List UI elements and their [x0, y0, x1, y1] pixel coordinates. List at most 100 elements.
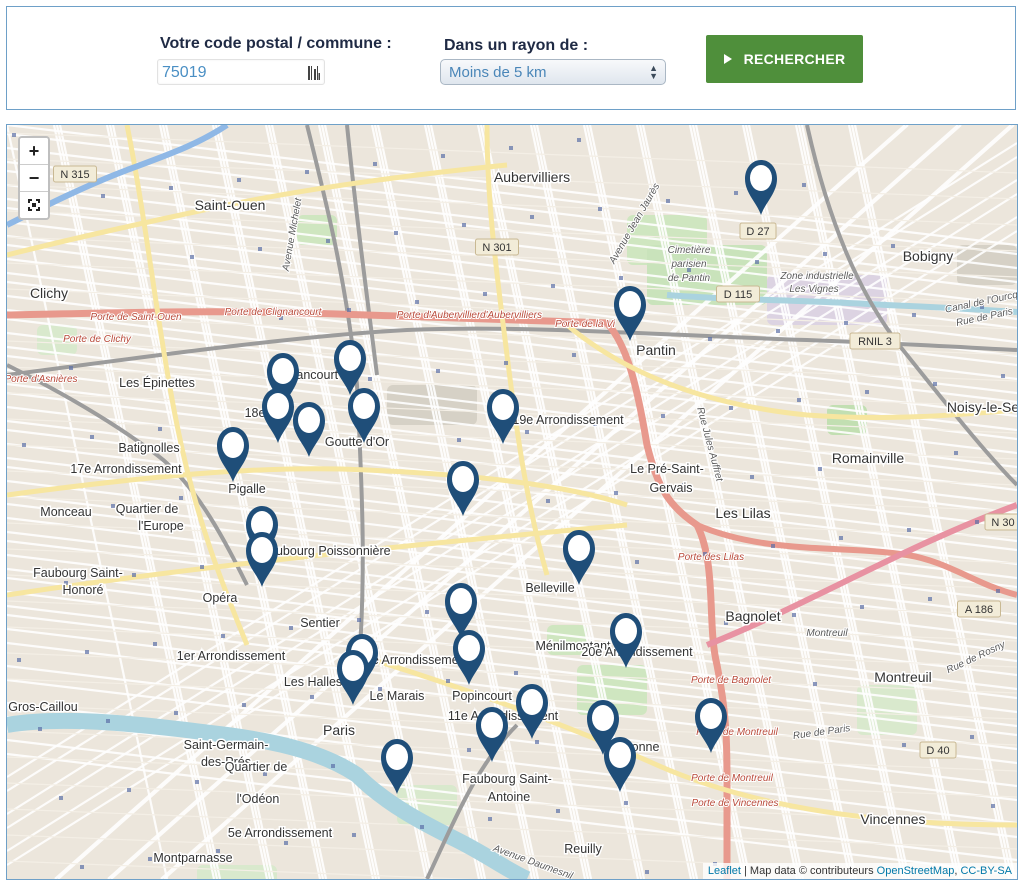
metro-station-icon	[373, 162, 377, 166]
metro-station-icon	[975, 520, 979, 524]
map-tiles[interactable]: Aubervilliers Saint-Ouen Bobigny Clichy Pant…	[7, 125, 1017, 879]
place-gros-caillou: Gros-Caillou	[8, 700, 78, 714]
zoom-in-button[interactable]: +	[20, 138, 48, 165]
radius-select[interactable]: Moins de 5 km ▲ ▼	[440, 59, 666, 85]
metro-station-icon	[237, 178, 241, 182]
metro-station-icon	[415, 300, 419, 304]
place-1er: 1er Arrondissement	[177, 649, 286, 663]
place-goutte-dor: Goutte d'Or	[325, 435, 389, 449]
metro-station-icon	[666, 199, 670, 203]
svg-text:D 40: D 40	[926, 745, 949, 757]
metro-station-icon	[425, 610, 429, 614]
play-icon	[723, 54, 732, 64]
metro-station-icon	[823, 252, 827, 256]
barcode-icon	[308, 66, 320, 80]
road-rnil3: RNIL 3	[849, 332, 901, 350]
metro-station-icon	[310, 695, 314, 699]
metro-station-icon	[483, 292, 487, 296]
map-pin-center	[521, 689, 543, 715]
place-les-lilas: Les Lilas	[715, 505, 770, 521]
metro-station-icon	[326, 239, 330, 243]
metro-station-icon	[59, 796, 63, 800]
metro-station-icon	[708, 337, 712, 341]
metro-station-icon	[1001, 374, 1005, 378]
map-pin-center	[750, 165, 772, 191]
street-porte-villette: Porte de la Vi	[555, 319, 616, 330]
place-sg-pres-1: Saint-Germain-	[184, 738, 269, 752]
road-a186: A 186	[957, 600, 1001, 618]
postal-code-input[interactable]: 75019	[157, 59, 325, 85]
metro-station-icon	[907, 528, 911, 532]
map-pin-center	[353, 393, 375, 419]
metro-station-icon	[190, 255, 194, 259]
map-pin-center	[568, 535, 590, 561]
street-cimetiere-1: Cimetière	[668, 245, 711, 256]
metro-station-icon	[195, 780, 199, 784]
metro-station-icon	[158, 427, 162, 431]
metro-station-icon	[127, 788, 131, 792]
place-odeon-1: Quartier de	[225, 760, 288, 774]
place-aubervilliers: Aubervilliers	[494, 169, 570, 185]
metro-station-icon	[153, 642, 157, 646]
metro-station-icon	[17, 658, 21, 662]
search-button[interactable]: RECHERCHER	[706, 35, 863, 83]
place-vincennes: Vincennes	[860, 811, 925, 827]
map-pin-center	[458, 635, 480, 661]
metro-station-icon	[80, 865, 84, 869]
street-porte-bagnolet: Porte de Bagnolet	[691, 675, 772, 686]
leaflet-link[interactable]: Leaflet	[708, 865, 741, 877]
metro-station-icon	[776, 329, 780, 333]
metro-station-icon	[619, 276, 623, 280]
map-pin-center	[298, 407, 320, 433]
place-gervais: Gervais	[649, 481, 692, 495]
map[interactable]: Aubervilliers Saint-Ouen Bobigny Clichy Pant…	[6, 124, 1018, 880]
place-belleville: Belleville	[525, 581, 574, 595]
metro-station-icon	[530, 215, 534, 219]
metro-station-icon	[645, 870, 649, 874]
metro-station-icon	[457, 438, 461, 442]
metro-station-icon	[891, 244, 895, 248]
street-cimetiere-3: de Pantin	[668, 273, 711, 284]
metro-station-icon	[85, 650, 89, 654]
license-link[interactable]: CC-BY-SA	[960, 865, 1012, 877]
metro-station-icon	[436, 369, 440, 373]
metro-station-icon	[525, 430, 529, 434]
road-n315: N 315	[53, 165, 97, 183]
metro-station-icon	[347, 308, 351, 312]
street-porte-aubervilliers: Porte d'Aubervilliers	[397, 310, 486, 321]
metro-station-icon	[12, 133, 16, 137]
metro-station-icon	[614, 491, 618, 495]
street-zone-1: Zone industrielle	[779, 271, 854, 282]
place-pre-saint-gervais: Le Pré-Saint-	[630, 462, 704, 476]
place-batignolles: Batignolles	[118, 441, 179, 455]
metro-station-icon	[509, 146, 513, 150]
metro-station-icon	[394, 231, 398, 235]
metro-station-icon	[352, 833, 356, 837]
metro-station-icon	[970, 735, 974, 739]
metro-station-icon	[441, 154, 445, 158]
search-panel: Votre code postal / commune : 75019 Dans…	[6, 6, 1016, 110]
place-halles: Les Halles	[284, 675, 342, 689]
street-porte-montreuil-2: Porte de Montreuil	[691, 773, 773, 784]
metro-station-icon	[357, 618, 361, 622]
place-saint-ouen: Saint-Ouen	[195, 197, 266, 213]
metro-station-icon	[514, 671, 518, 675]
fullscreen-button[interactable]	[20, 192, 48, 218]
metro-station-icon	[818, 467, 822, 471]
osm-link[interactable]: OpenStreetMap	[877, 865, 955, 877]
place-clichy: Clichy	[30, 285, 68, 301]
place-fsa-2: Antoine	[488, 790, 530, 804]
street-porte-saint-ouen: Porte de Saint-Ouen	[90, 312, 182, 323]
metro-station-icon	[556, 809, 560, 813]
metro-station-icon	[624, 801, 628, 805]
metro-station-icon	[797, 398, 801, 402]
metro-station-icon	[577, 138, 581, 142]
map-pin-center	[272, 358, 294, 384]
map-pin-center	[267, 393, 289, 419]
zoom-out-button[interactable]: −	[20, 165, 48, 192]
metro-station-icon	[661, 414, 665, 418]
place-popincourt: Popincourt	[452, 689, 512, 703]
street-porte-lilas: Porte des Lilas	[678, 552, 744, 563]
street-cimetiere-2: parisien	[670, 259, 706, 270]
metro-station-icon	[22, 443, 26, 447]
